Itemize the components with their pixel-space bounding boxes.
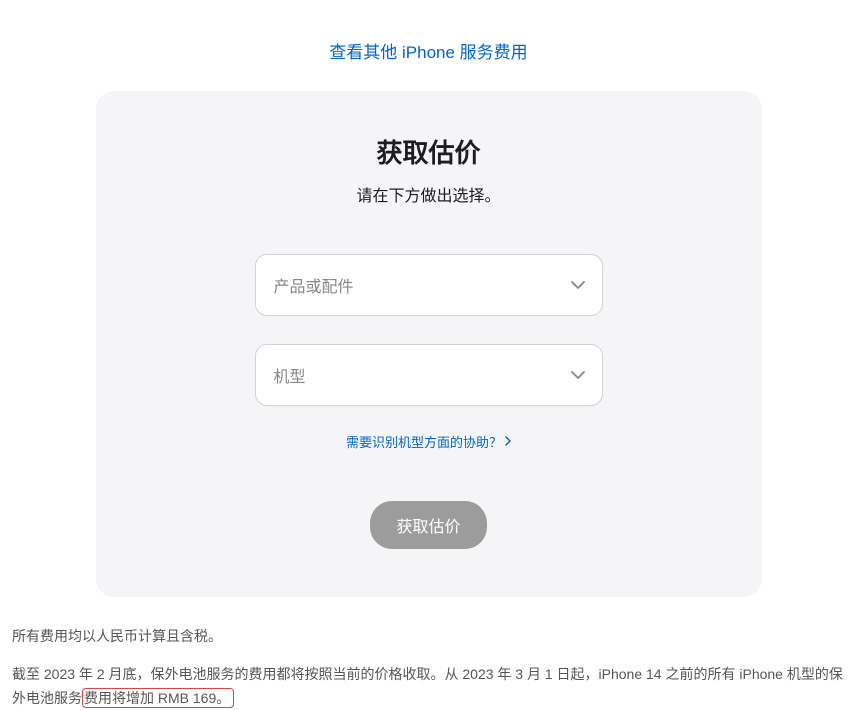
footer-line-1: 所有费用均以人民币计算且含税。 (12, 625, 845, 649)
top-link-container: 查看其他 iPhone 服务费用 (0, 0, 857, 91)
model-help-link[interactable]: 需要识别机型方面的协助？ (346, 432, 511, 451)
help-link-label: 需要识别机型方面的协助？ (346, 432, 502, 451)
model-select[interactable]: 机型 (255, 344, 603, 406)
product-select[interactable]: 产品或配件 (255, 254, 603, 316)
model-select-placeholder: 机型 (274, 363, 306, 387)
get-estimate-button[interactable]: 获取估价 (370, 501, 486, 549)
footer-text: 所有费用均以人民币计算且含税。 截至 2023 年 2 月底，保外电池服务的费用… (0, 597, 857, 710)
card-title: 获取估价 (136, 133, 722, 170)
footer-line-2: 截至 2023 年 2 月底，保外电池服务的费用都将按照当前的价格收取。从 20… (12, 663, 845, 710)
model-select-wrapper: 机型 (255, 344, 603, 406)
card-subtitle: 请在下方做出选择。 (136, 182, 722, 206)
product-select-placeholder: 产品或配件 (274, 273, 354, 297)
price-increase-highlight: 费用将增加 RMB 169。 (82, 688, 234, 708)
estimate-card: 获取估价 请在下方做出选择。 产品或配件 机型 需要识别机型方面的协助？ (96, 91, 762, 597)
chevron-right-icon (505, 434, 511, 449)
product-select-wrapper: 产品或配件 (255, 254, 603, 316)
other-services-link[interactable]: 查看其他 iPhone 服务费用 (329, 43, 527, 62)
